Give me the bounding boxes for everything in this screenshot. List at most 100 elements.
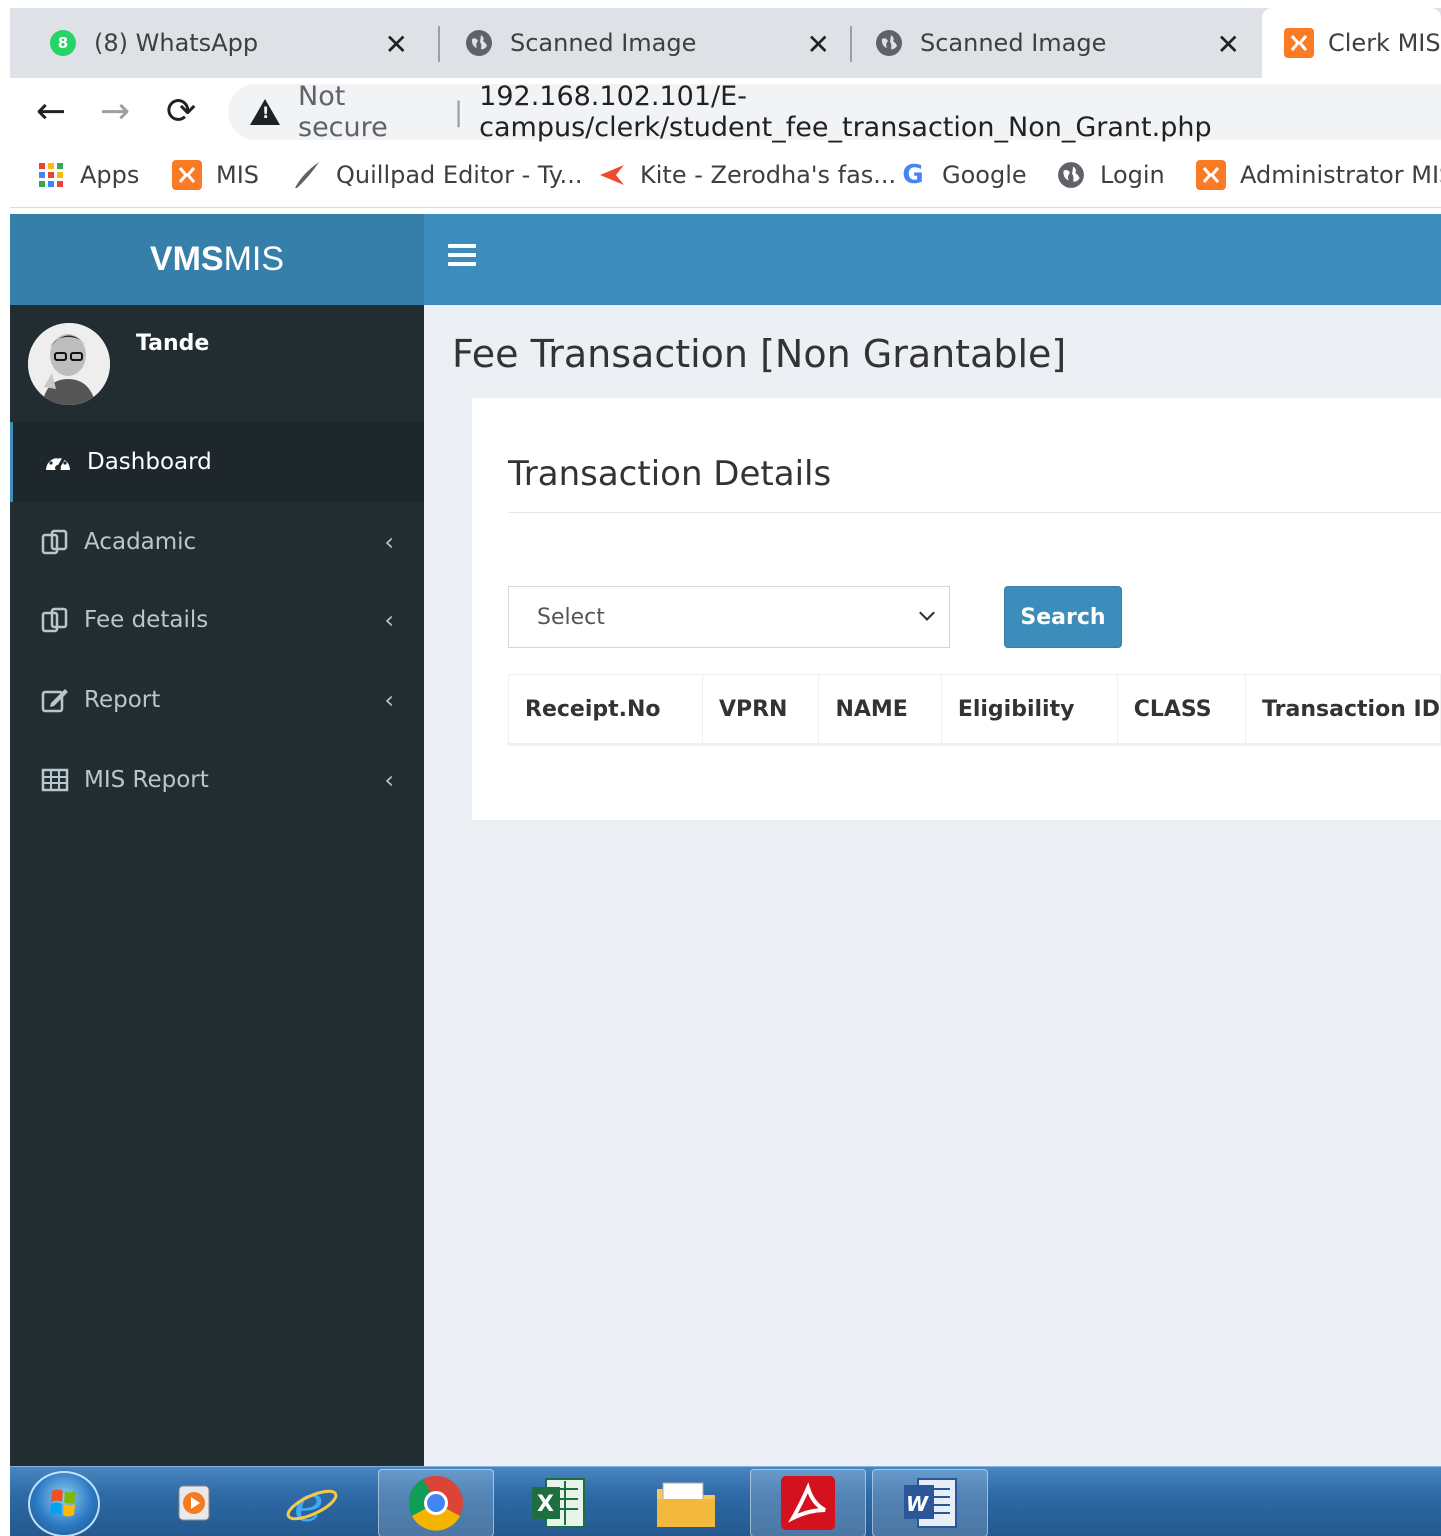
bookmark-administrator-mis[interactable]: Administrator MIS	[1196, 160, 1441, 190]
bookmark-kite[interactable]: Kite - Zerodha's fas...	[596, 160, 896, 190]
top-navbar	[424, 214, 1441, 305]
table-icon	[40, 767, 70, 793]
sidebar-item-label: MIS Report	[84, 767, 209, 793]
close-tab-icon[interactable]: ✕	[807, 28, 830, 61]
sidebar: Tande Dashboard Acadamic ‹ Fee details ‹	[10, 305, 424, 1466]
app-logo[interactable]: VMS MIS	[10, 214, 424, 305]
url-text[interactable]: 192.168.102.101/E-campus/clerk/student_f…	[479, 81, 1441, 143]
svg-text:W: W	[906, 1492, 929, 1516]
chevron-left-icon: ‹	[384, 766, 394, 794]
bookmarks-bar: Apps MIS Quillpad Editor - Ty... Kite - …	[10, 146, 1441, 208]
security-label[interactable]: Not secure	[298, 81, 438, 143]
column-header-vprn[interactable]: VPRN	[701, 674, 820, 746]
sidebar-item-dashboard[interactable]: Dashboard	[10, 422, 424, 502]
xampp-icon	[1196, 160, 1226, 190]
internet-explorer-icon[interactable]: e	[254, 1469, 370, 1536]
sidebar-item-fee-details[interactable]: Fee details ‹	[10, 580, 424, 660]
apps-grid-icon	[36, 160, 66, 190]
tab-title: Clerk MIS	[1328, 29, 1441, 57]
transaction-table: Receipt.No VPRN NAME Eligibility CLASS T…	[508, 674, 1441, 746]
chevron-left-icon: ‹	[384, 686, 394, 714]
sidebar-item-mis-report[interactable]: MIS Report ‹	[10, 740, 424, 820]
bookmark-google[interactable]: G Google	[898, 160, 1027, 190]
column-header-eligibility[interactable]: Eligibility	[940, 674, 1118, 746]
tab-scanned-image-2[interactable]: Scanned Image ✕	[852, 8, 1260, 78]
sidebar-item-label: Dashboard	[87, 449, 212, 475]
media-player-icon[interactable]	[136, 1469, 252, 1536]
reload-icon[interactable]: ⟳	[166, 92, 196, 132]
bookmark-quillpad[interactable]: Quillpad Editor - Ty...	[292, 160, 582, 190]
close-tab-icon[interactable]: ✕	[1217, 28, 1240, 61]
bookmark-label: Kite - Zerodha's fas...	[640, 161, 897, 189]
globe-icon	[1056, 160, 1086, 190]
bookmark-mis[interactable]: MIS	[172, 160, 259, 190]
sidebar-item-report[interactable]: Report ‹	[10, 660, 424, 740]
file-explorer-icon[interactable]	[628, 1469, 744, 1536]
close-tab-icon[interactable]: ✕	[385, 28, 408, 61]
table-header-row: Receipt.No VPRN NAME Eligibility CLASS T…	[508, 674, 1441, 746]
search-button[interactable]: Search	[1004, 586, 1122, 648]
sidebar-item-label: Report	[84, 687, 161, 713]
chevron-left-icon: ‹	[384, 606, 394, 634]
tab-title: Scanned Image	[510, 29, 697, 57]
bookmark-label: Google	[942, 161, 1027, 189]
back-arrow-icon[interactable]: ←	[36, 92, 66, 132]
column-header-name[interactable]: NAME	[818, 674, 942, 746]
sidebar-item-label: Fee details	[84, 607, 209, 633]
divider: |	[454, 96, 464, 128]
bookmark-login[interactable]: Login	[1056, 160, 1165, 190]
box-title: Transaction Details	[508, 454, 832, 494]
xampp-icon	[172, 160, 202, 190]
transaction-box: Transaction Details Select Search Receip…	[472, 398, 1441, 820]
copy-icon	[40, 607, 70, 633]
sidebar-item-acadamic[interactable]: Acadamic ‹	[10, 502, 424, 582]
logo-bold-text: VMS	[149, 240, 224, 278]
tab-scanned-image-1[interactable]: Scanned Image ✕	[440, 8, 850, 78]
globe-icon	[466, 30, 492, 56]
chrome-icon[interactable]	[378, 1469, 494, 1536]
omnibox[interactable]: Not secure | 192.168.102.101/E-campus/cl…	[228, 81, 1441, 143]
forward-arrow-icon[interactable]: →	[100, 92, 130, 132]
tab-title: (8) WhatsApp	[94, 29, 259, 57]
column-header-receipt-no[interactable]: Receipt.No	[508, 674, 703, 746]
chevron-down-icon	[919, 605, 935, 621]
tab-clerk-mis[interactable]: Clerk MIS	[1262, 8, 1441, 78]
select-value: Select	[537, 604, 605, 630]
page-title: Fee Transaction [Non Grantable]	[452, 332, 1067, 376]
edit-icon	[40, 687, 70, 713]
user-panel: Tande	[10, 305, 424, 422]
windows-taskbar: e X W	[10, 1466, 1441, 1536]
avatar	[28, 323, 110, 405]
sidebar-toggle-icon[interactable]	[448, 244, 476, 274]
bookmark-label: Administrator MIS	[1240, 161, 1441, 189]
app-viewport: VMS MIS Tande Dashboard Acadamic ‹ Fee d…	[10, 214, 1441, 1466]
kite-icon	[596, 160, 626, 190]
google-icon: G	[902, 160, 924, 190]
bookmark-label: Apps	[80, 161, 140, 189]
logo-light-text: MIS	[223, 240, 285, 278]
tab-whatsapp[interactable]: 8 (8) WhatsApp ✕	[10, 8, 428, 78]
browser-tab-strip: 8 (8) WhatsApp ✕ Scanned Image ✕ Scanned…	[10, 8, 1441, 78]
column-header-class[interactable]: CLASS	[1116, 674, 1247, 746]
warning-icon[interactable]	[250, 99, 280, 125]
class-select[interactable]: Select	[508, 586, 950, 648]
tab-title: Scanned Image	[920, 29, 1107, 57]
whatsapp-icon: 8	[50, 30, 76, 56]
word-icon[interactable]: W	[872, 1469, 988, 1536]
copy-icon	[40, 529, 70, 555]
address-bar-row: ← → ⟳ Not secure | 192.168.102.101/E-cam…	[10, 78, 1441, 146]
sidebar-item-label: Acadamic	[84, 529, 197, 555]
bookmark-label: Login	[1100, 161, 1165, 189]
excel-icon[interactable]: X	[500, 1469, 616, 1536]
bookmark-label: MIS	[216, 161, 260, 189]
bookmark-apps[interactable]: Apps	[36, 160, 139, 190]
dashboard-icon	[43, 449, 73, 475]
svg-text:X: X	[537, 1492, 554, 1517]
chevron-left-icon: ‹	[384, 528, 394, 556]
xampp-icon	[1284, 28, 1314, 58]
user-name: Tande	[136, 331, 210, 356]
divider	[508, 512, 1441, 513]
column-header-transaction-id[interactable]: Transaction ID	[1245, 674, 1441, 746]
windows-start-icon[interactable]	[28, 1471, 100, 1536]
acrobat-icon[interactable]	[750, 1469, 866, 1536]
